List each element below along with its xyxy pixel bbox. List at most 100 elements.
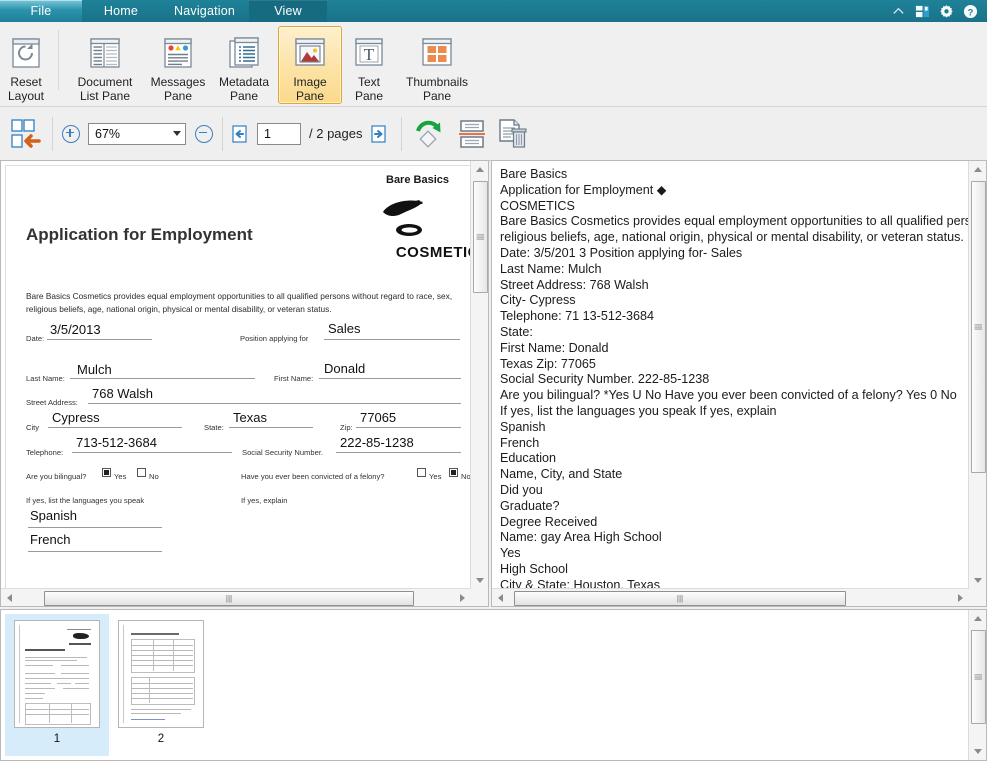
- zoom-in-icon[interactable]: [62, 125, 80, 143]
- text-line: If yes, list the languages you speak If …: [500, 404, 969, 420]
- text-pane-hscroll-thumb[interactable]: |||: [514, 591, 846, 606]
- field-label-street: Street Address:: [26, 398, 78, 407]
- text-pane-vertical-scrollbar[interactable]: |||: [968, 161, 986, 589]
- text-pane-vscroll-thumb[interactable]: |||: [971, 181, 986, 473]
- field-value-date: 3/5/2013: [50, 322, 101, 337]
- text-line: First Name: Donald: [500, 341, 969, 357]
- reset-layout-icon: [9, 32, 43, 74]
- text-pane-label: Text Pane: [355, 76, 383, 103]
- tab-view[interactable]: View: [249, 0, 327, 22]
- document-list-pane-icon: [88, 32, 122, 74]
- text-pane-horizontal-scrollbar[interactable]: |||: [492, 588, 969, 606]
- rule-first-name: [319, 378, 461, 379]
- image-pane-vertical-scrollbar[interactable]: |||: [470, 161, 488, 589]
- ribbon: Reset Layout: [0, 22, 987, 107]
- bilingual-yes-label: Yes: [114, 472, 126, 481]
- thumbnail-item-1[interactable]: 1: [5, 614, 109, 756]
- rotate-page-button[interactable]: [411, 116, 447, 152]
- image-pane-viewport: Bare Basics COSMETIC Application for Emp…: [1, 161, 471, 589]
- image-pane-button[interactable]: Image Pane: [278, 26, 342, 104]
- ribbon-separator: [58, 30, 59, 90]
- text-pane[interactable]: Bare Basics Application for Employment ◆…: [491, 160, 987, 607]
- toolbar-separator-2: [222, 117, 223, 151]
- help-icon[interactable]: ?: [963, 4, 978, 19]
- rule-position: [324, 339, 460, 340]
- bilingual-no-label: No: [149, 472, 159, 481]
- field-label-position: Position applying for: [240, 334, 308, 343]
- bilingual-no-checkbox[interactable]: [137, 468, 146, 477]
- scroll-down-arrow-icon[interactable]: [969, 743, 986, 760]
- zoom-select[interactable]: 67%: [88, 123, 186, 145]
- field-label-first-name: First Name:: [274, 374, 313, 383]
- text-line: Spanish: [500, 420, 969, 436]
- messages-pane-label: Messages Pane: [151, 76, 206, 103]
- scroll-right-arrow-icon[interactable]: [952, 589, 969, 606]
- image-pane[interactable]: Bare Basics COSMETIC Application for Emp…: [0, 160, 489, 607]
- previous-page-icon[interactable]: [232, 125, 248, 143]
- image-pane-horizontal-scrollbar[interactable]: |||: [1, 588, 471, 606]
- image-pane-hscroll-thumb[interactable]: |||: [44, 591, 414, 606]
- scroll-left-arrow-icon[interactable]: [1, 589, 18, 606]
- page-number-input[interactable]: 1: [257, 123, 301, 145]
- rule-state: [229, 427, 313, 428]
- scroll-up-arrow-icon[interactable]: [471, 161, 488, 178]
- document-title: Application for Employment: [26, 225, 253, 245]
- text-line: Bare Basics Cosmetics provides equal emp…: [500, 214, 969, 230]
- split-page-icon: [455, 117, 489, 151]
- panes-container: Bare Basics COSMETIC Application for Emp…: [0, 160, 987, 607]
- thumbnail-strip: 1: [1, 610, 969, 760]
- text-pane-button[interactable]: T Text Pane: [344, 26, 394, 104]
- field-value-zip: 77065: [360, 410, 396, 425]
- scroll-down-arrow-icon[interactable]: [471, 572, 488, 589]
- thumbnails-pane[interactable]: 1: [0, 609, 987, 761]
- document-brand: Bare Basics: [386, 174, 449, 186]
- felony-yes-checkbox[interactable]: [417, 468, 426, 477]
- next-page-icon[interactable]: [371, 125, 387, 143]
- felony-yes-label: Yes: [429, 472, 441, 481]
- thumbnail-page-preview: [118, 620, 204, 728]
- rule-telephone: [72, 452, 232, 453]
- thumbnails-pane-button[interactable]: Thumbnails Pane: [396, 26, 478, 104]
- text-line: Graduate?: [500, 499, 969, 515]
- zoom-out-icon[interactable]: [195, 125, 213, 143]
- dual-page-back-button[interactable]: [7, 116, 43, 152]
- viewer-toolbar: 67% 1 / 2 pages: [0, 107, 987, 161]
- text-line: Did you: [500, 483, 969, 499]
- field-label-ssn: Social Security Number.: [242, 448, 323, 457]
- scroll-up-arrow-icon[interactable]: [969, 161, 986, 178]
- text-line: Social Security Number. 222-85-1238: [500, 372, 969, 388]
- tab-file[interactable]: File: [0, 0, 82, 22]
- gear-icon[interactable]: [939, 4, 954, 19]
- thumbnails-pane-vertical-scrollbar[interactable]: |||: [968, 610, 986, 760]
- thumbnail-item-2[interactable]: 2: [109, 614, 213, 756]
- text-line: COSMETICS: [500, 199, 969, 215]
- delete-page-icon: [495, 117, 529, 151]
- save-icon[interactable]: [915, 4, 930, 19]
- image-pane-vscroll-thumb[interactable]: |||: [473, 181, 488, 293]
- messages-pane-button[interactable]: Messages Pane: [146, 26, 210, 104]
- tab-home[interactable]: Home: [82, 0, 160, 22]
- text-pane-viewport: Bare Basics Application for Employment ◆…: [492, 161, 969, 589]
- text-line: State:: [500, 325, 969, 341]
- text-pane-scroll-corner: [969, 589, 986, 606]
- document-list-pane-button[interactable]: Document List Pane: [66, 26, 144, 104]
- reset-layout-button[interactable]: Reset Layout: [1, 26, 51, 104]
- thumbnail-number: 2: [158, 733, 164, 745]
- metadata-pane-button[interactable]: Metadata Pane: [212, 26, 276, 104]
- scroll-down-arrow-icon[interactable]: [969, 572, 986, 589]
- scroll-left-arrow-icon[interactable]: [492, 589, 509, 606]
- split-page-button[interactable]: [455, 117, 489, 151]
- felony-no-checkbox[interactable]: [449, 468, 458, 477]
- languages-prompt-label: If yes, list the languages you speak: [26, 496, 144, 505]
- tab-navigation[interactable]: Navigation: [160, 0, 249, 22]
- thumbnails-pane-icon: [420, 32, 454, 74]
- bilingual-yes-checkbox[interactable]: [102, 468, 111, 477]
- scroll-right-arrow-icon[interactable]: [454, 589, 471, 606]
- chevron-up-icon[interactable]: [891, 4, 906, 19]
- field-value-street: 768 Walsh: [92, 386, 153, 401]
- scroll-up-arrow-icon[interactable]: [969, 610, 986, 627]
- field-label-last-name: Last Name:: [26, 374, 65, 383]
- thumbnails-vscroll-thumb[interactable]: |||: [971, 630, 986, 724]
- extracted-text-list: Bare Basics Application for Employment ◆…: [492, 161, 969, 589]
- delete-page-button[interactable]: [495, 117, 529, 151]
